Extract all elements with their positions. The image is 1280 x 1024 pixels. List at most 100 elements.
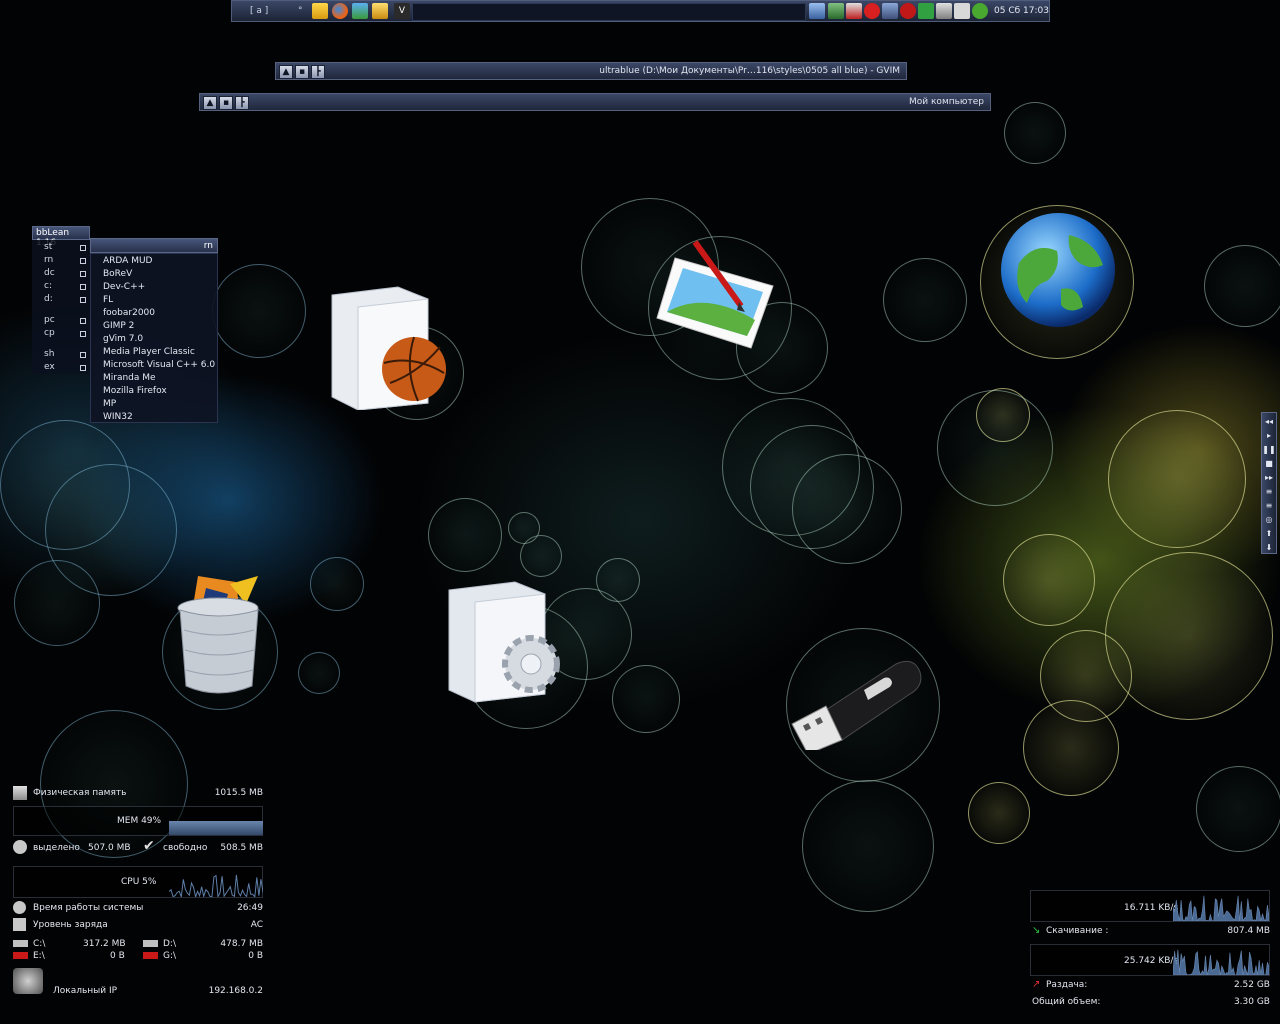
pen-icon[interactable] bbox=[882, 3, 898, 19]
drive-e-value: 0 B bbox=[110, 951, 125, 961]
firefox-icon[interactable] bbox=[332, 3, 348, 19]
drive-g-value: 0 B bbox=[248, 951, 263, 961]
upload-graph: 25.742 KB/s bbox=[1030, 944, 1270, 976]
submenu-item[interactable]: foobar2000 bbox=[103, 308, 155, 318]
gvim-titlebar[interactable]: ▲ ▪ ┣ ultrablue (D:\Мои Документы\Pr…116… bbox=[275, 62, 907, 80]
settings-button[interactable]: ◎ bbox=[1262, 515, 1276, 524]
submenu-item[interactable]: Dev-C++ bbox=[103, 282, 145, 292]
download-label: Скачивание : bbox=[1046, 926, 1109, 936]
memory-icon bbox=[13, 786, 27, 800]
menu-item-st[interactable]: st bbox=[44, 242, 52, 252]
submenu-item[interactable]: GIMP 2 bbox=[103, 321, 134, 331]
total-value: 3.30 GB bbox=[1233, 997, 1270, 1007]
alien-icon[interactable] bbox=[954, 3, 970, 19]
mycomputer-titlebar[interactable]: ▲ ▪ ┣ Мой компьютер bbox=[199, 93, 991, 111]
submenu-item[interactable]: Media Player Classic bbox=[103, 347, 195, 357]
submenu-item[interactable]: Microsoft Visual C++ 6.0 bbox=[103, 360, 215, 370]
window-title: ultrablue (D:\Мои Документы\Pr…116\style… bbox=[599, 66, 900, 76]
menu-item-c[interactable]: c: bbox=[44, 281, 52, 291]
picture-icon[interactable] bbox=[352, 3, 368, 19]
shield-icon[interactable] bbox=[900, 3, 916, 19]
removable-drive-icon bbox=[143, 952, 158, 959]
volume-down-button[interactable]: ⬇ bbox=[1262, 543, 1276, 552]
menu-button[interactable]: ≡ bbox=[1262, 501, 1276, 510]
ip-value: 192.168.0.2 bbox=[208, 986, 263, 996]
menu-item-pc[interactable]: pc bbox=[44, 315, 55, 325]
menu-item-cp[interactable]: cp bbox=[44, 328, 55, 338]
download-rate: 16.711 KB/s bbox=[1124, 903, 1179, 913]
vim-icon[interactable]: V bbox=[394, 3, 410, 19]
opera-icon[interactable] bbox=[864, 3, 880, 19]
refresh-icon[interactable] bbox=[918, 3, 934, 19]
speaker-icon[interactable] bbox=[828, 3, 844, 19]
taskbar: [ a ] ° V 05 Сб 17:03 bbox=[231, 0, 1050, 22]
battery-value: AC bbox=[250, 920, 263, 930]
submenu-item[interactable]: gVim 7.0 bbox=[103, 334, 143, 344]
mem-bar bbox=[169, 821, 263, 835]
settings-folder-icon[interactable] bbox=[445, 580, 570, 705]
utorrent-icon[interactable] bbox=[972, 3, 988, 19]
submenu-item[interactable]: FL bbox=[103, 295, 113, 305]
phys-mem-value: 1015.5 MB bbox=[214, 788, 263, 798]
usb-drive-icon[interactable] bbox=[786, 650, 926, 755]
drive-c-value: 317.2 MB bbox=[83, 939, 126, 949]
network-computers-icon bbox=[13, 968, 43, 994]
sticky-button[interactable]: ▪ bbox=[295, 65, 309, 79]
folder-open-icon[interactable] bbox=[372, 3, 388, 19]
download-graph: 16.711 KB/s bbox=[1030, 890, 1270, 922]
submenu-item[interactable]: BoReV bbox=[103, 269, 132, 279]
submenu-item[interactable]: Mozilla Firefox bbox=[103, 386, 167, 396]
menu-item-dc[interactable]: dc bbox=[44, 268, 55, 278]
submenu: ARDA MUD BoReV Dev-C++ FL foobar2000 GIM… bbox=[90, 253, 218, 423]
cpu-history bbox=[169, 874, 263, 897]
recycle-bin-icon[interactable] bbox=[176, 574, 262, 698]
network-icon[interactable] bbox=[809, 3, 825, 19]
task-list[interactable] bbox=[412, 3, 806, 21]
monitor-icon[interactable] bbox=[936, 3, 952, 19]
sticky-button[interactable]: ▪ bbox=[219, 96, 233, 110]
media-controller: ◂◂ ▸ ❚❚ ■ ▸▸ ≡ ≡ ◎ ⬆ ⬇ bbox=[1261, 412, 1277, 554]
pause-button[interactable]: ❚❚ bbox=[1262, 445, 1276, 454]
menu-item-ex[interactable]: ex bbox=[44, 362, 55, 372]
forward-button[interactable]: ▸▸ bbox=[1262, 473, 1276, 482]
maximize-button[interactable]: ▲ bbox=[279, 65, 293, 79]
drive-icon bbox=[13, 940, 28, 947]
submenu-item[interactable]: WIN32 bbox=[103, 412, 133, 422]
download-arrow-icon: ↘ bbox=[1032, 925, 1041, 936]
paint-icon[interactable] bbox=[655, 240, 775, 350]
bblean-menu-title: bbLean 1.16 bbox=[32, 226, 90, 248]
submenu-item[interactable]: Miranda Me bbox=[103, 373, 156, 383]
shade-button[interactable]: ┣ bbox=[235, 96, 249, 110]
volume-up-button[interactable]: ⬆ bbox=[1262, 529, 1276, 538]
app-icon[interactable] bbox=[846, 3, 862, 19]
cpu-graph: CPU 5% bbox=[13, 866, 263, 898]
uptime-icon bbox=[13, 901, 26, 914]
drive-e-label: E:\ bbox=[33, 951, 45, 961]
battery-label: Уровень заряда bbox=[33, 920, 108, 930]
maximize-button[interactable]: ▲ bbox=[203, 96, 217, 110]
internet-globe-icon[interactable] bbox=[999, 211, 1117, 329]
submenu-item[interactable]: ARDA MUD bbox=[103, 256, 152, 266]
clock[interactable]: 05 Сб 17:03 bbox=[994, 6, 1049, 16]
submenu-item[interactable]: MP bbox=[103, 399, 116, 409]
bblean-menu: st rn dc c: d: pc cp sh ex bbox=[32, 240, 90, 374]
folder-icon[interactable] bbox=[312, 3, 328, 19]
download-total: 807.4 MB bbox=[1227, 926, 1270, 936]
shade-button[interactable]: ┣ bbox=[311, 65, 325, 79]
play-button[interactable]: ▸ bbox=[1262, 431, 1276, 440]
workspace-dot: ° bbox=[298, 6, 303, 16]
upload-total: 2.52 GB bbox=[1233, 980, 1270, 990]
workspace-label[interactable]: [ a ] bbox=[250, 6, 268, 16]
games-folder-icon[interactable] bbox=[328, 285, 448, 411]
stop-button[interactable]: ■ bbox=[1262, 459, 1276, 468]
menu-item-d[interactable]: d: bbox=[44, 294, 53, 304]
submenu-title-label: rn bbox=[203, 241, 213, 251]
playlist-button[interactable]: ≡ bbox=[1262, 487, 1276, 496]
rewind-button[interactable]: ◂◂ bbox=[1262, 417, 1276, 426]
menu-item-sh[interactable]: sh bbox=[44, 349, 54, 359]
drive-d-label: D:\ bbox=[163, 939, 176, 949]
drive-g-label: G:\ bbox=[163, 951, 177, 961]
menu-item-rn[interactable]: rn bbox=[44, 255, 53, 265]
submenu-title: rn bbox=[90, 238, 218, 253]
uptime-label: Время работы системы bbox=[33, 903, 144, 913]
